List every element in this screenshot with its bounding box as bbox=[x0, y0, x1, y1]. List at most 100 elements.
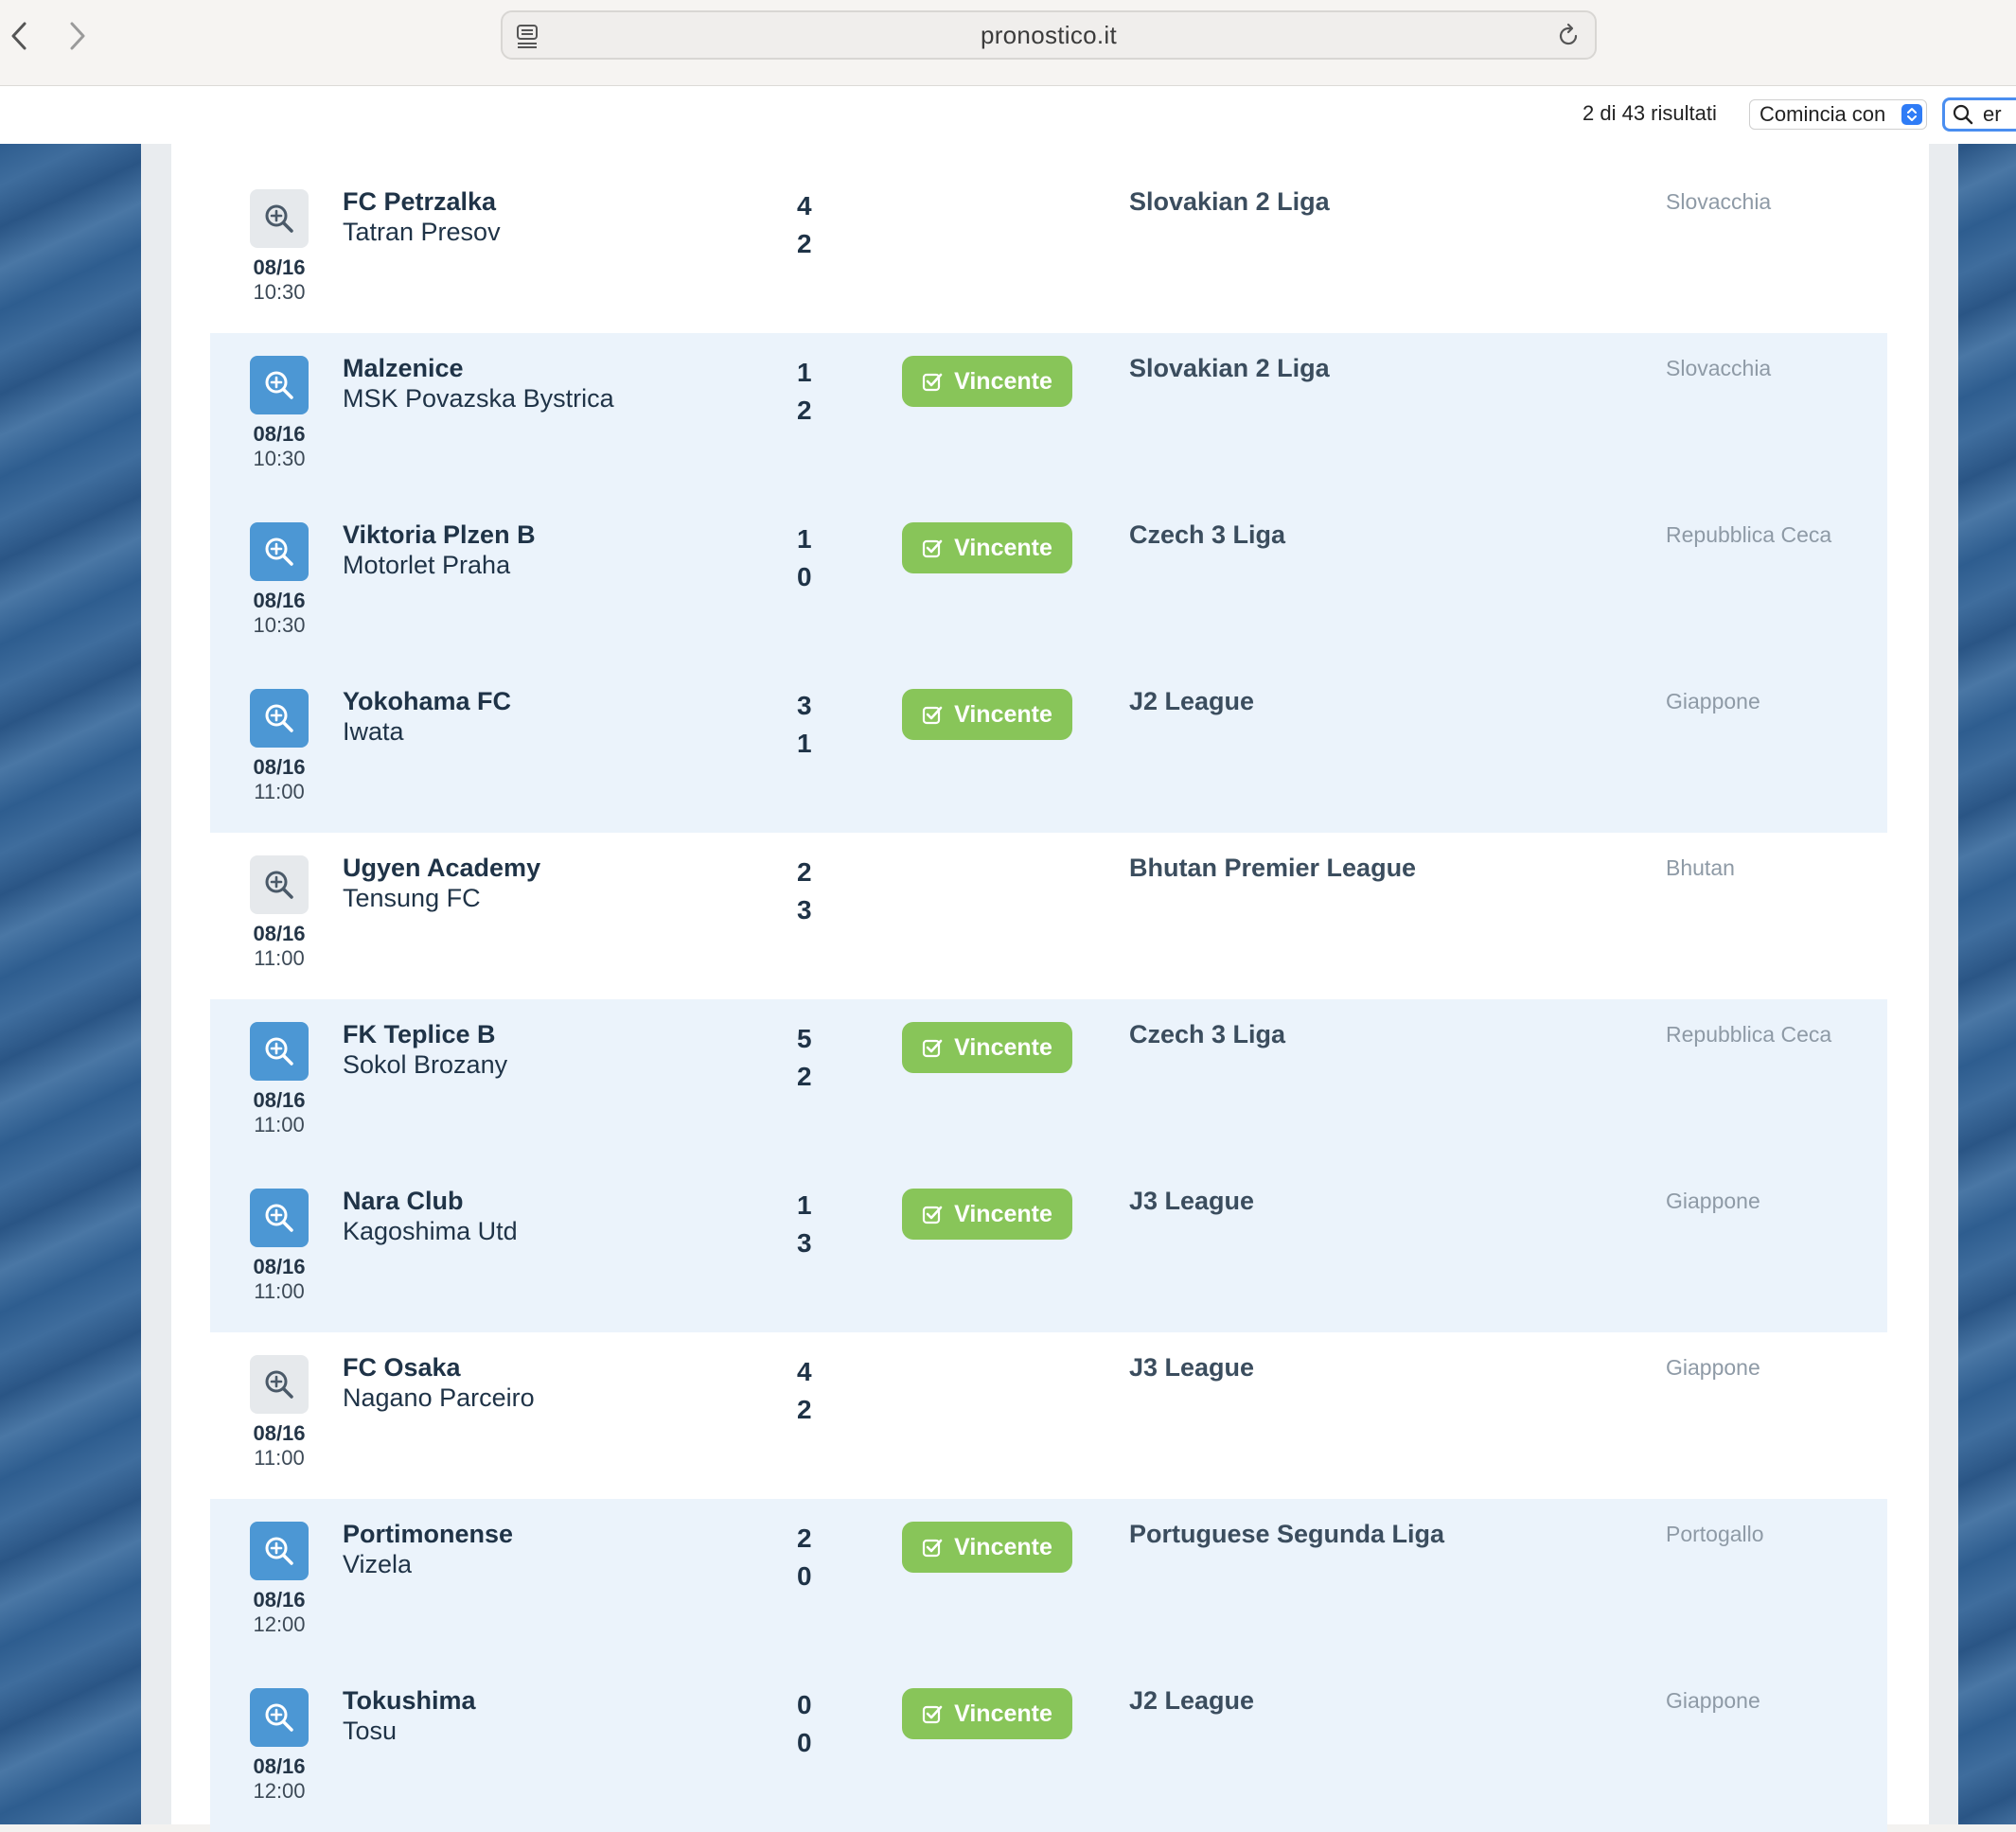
country-name: Bhutan bbox=[1666, 855, 1735, 880]
match-date: 08/16 bbox=[253, 422, 306, 446]
match-row[interactable]: 08/16 10:30 Malzenice MSK Povazska Bystrica… bbox=[210, 333, 1887, 500]
away-team: Tosu bbox=[343, 1717, 398, 1745]
zoom-in-icon bbox=[262, 1534, 296, 1568]
home-score: 4 bbox=[797, 191, 812, 220]
checkbox-icon bbox=[922, 1037, 943, 1058]
match-date: 08/16 bbox=[253, 1088, 306, 1112]
match-date: 08/16 bbox=[253, 1754, 306, 1778]
match-time: 11:00 bbox=[254, 1446, 305, 1470]
home-score: 2 bbox=[797, 1524, 812, 1553]
winner-badge: Vincente bbox=[902, 1189, 1072, 1240]
match-row[interactable]: 08/16 12:00 Tokushima Tosu 0 0 Vincente J2 Leag… bbox=[210, 1665, 1887, 1832]
zoom-in-button[interactable] bbox=[250, 1522, 309, 1580]
league-name: J3 League bbox=[1129, 1187, 1255, 1215]
home-team: FC Osaka bbox=[343, 1353, 461, 1382]
badge-label: Vincente bbox=[954, 534, 1052, 561]
find-mode-select[interactable]: Comincia con bbox=[1749, 99, 1927, 130]
home-team: Yokohama FC bbox=[343, 687, 512, 715]
match-row[interactable]: 08/16 12:00 Portimonense Vizela 2 0 Vincente Po… bbox=[210, 1499, 1887, 1665]
match-row[interactable]: 08/16 11:00 FC Osaka Nagano Parceiro 4 2 J3 Le… bbox=[210, 1332, 1887, 1499]
match-row[interactable]: 08/16 11:00 Nara Club Kagoshima Utd 1 3 Vincen… bbox=[210, 1166, 1887, 1332]
zoom-in-button[interactable] bbox=[250, 1022, 309, 1081]
away-score: 3 bbox=[797, 1228, 812, 1258]
country-name: Repubblica Ceca bbox=[1666, 522, 1832, 547]
match-time: 10:30 bbox=[253, 447, 306, 470]
home-score: 3 bbox=[797, 691, 812, 720]
badge-label: Vincente bbox=[954, 1033, 1052, 1061]
checkbox-icon bbox=[922, 1703, 943, 1724]
zoom-in-button[interactable] bbox=[250, 1688, 309, 1747]
badge-label: Vincente bbox=[954, 1700, 1052, 1727]
zoom-in-icon bbox=[262, 535, 296, 569]
checkbox-icon bbox=[922, 1204, 943, 1224]
winner-badge: Vincente bbox=[902, 356, 1072, 407]
match-time: 11:00 bbox=[254, 946, 305, 970]
league-name: Slovakian 2 Liga bbox=[1129, 187, 1330, 216]
reload-icon[interactable] bbox=[1555, 23, 1582, 49]
find-result-count: 2 di 43 risultati bbox=[1583, 101, 1717, 125]
match-date: 08/16 bbox=[253, 1255, 306, 1278]
match-time: 10:30 bbox=[253, 613, 306, 637]
away-score: 1 bbox=[797, 729, 812, 758]
url-text[interactable]: pronostico.it bbox=[503, 12, 1595, 58]
home-score: 5 bbox=[797, 1024, 812, 1053]
checkbox-icon bbox=[922, 1537, 943, 1558]
match-row[interactable]: 08/16 10:30 FC Petrzalka Tatran Presov 4 2 Slo… bbox=[210, 167, 1887, 333]
zoom-in-button[interactable] bbox=[250, 1355, 309, 1414]
match-row[interactable]: 08/16 11:00 FK Teplice B Sokol Brozany 5 2 Vin… bbox=[210, 999, 1887, 1166]
zoom-in-button[interactable] bbox=[250, 356, 309, 414]
match-date: 08/16 bbox=[253, 255, 306, 279]
home-team: Ugyen Academy bbox=[343, 854, 541, 882]
match-time: 11:00 bbox=[254, 1113, 305, 1136]
select-stepper-icon bbox=[1901, 104, 1922, 125]
winner-badge: Vincente bbox=[902, 522, 1072, 573]
match-time: 12:00 bbox=[253, 1779, 306, 1803]
away-team: Motorlet Praha bbox=[343, 551, 511, 579]
country-name: Portogallo bbox=[1666, 1522, 1764, 1546]
address-bar[interactable]: pronostico.it bbox=[501, 10, 1597, 60]
winner-badge: Vincente bbox=[902, 1022, 1072, 1073]
country-name: Giappone bbox=[1666, 689, 1760, 713]
home-team: FK Teplice B bbox=[343, 1020, 496, 1048]
country-name: Giappone bbox=[1666, 1355, 1760, 1380]
away-team: Iwata bbox=[343, 717, 404, 746]
zoom-in-icon bbox=[262, 1201, 296, 1235]
away-team: Kagoshima Utd bbox=[343, 1217, 518, 1245]
home-score: 1 bbox=[797, 524, 812, 554]
league-name: J3 League bbox=[1129, 1353, 1255, 1382]
checkbox-icon bbox=[922, 537, 943, 558]
home-score: 1 bbox=[797, 358, 812, 387]
league-name: Czech 3 Liga bbox=[1129, 1020, 1286, 1048]
forward-button[interactable] bbox=[59, 17, 97, 55]
league-name: J2 League bbox=[1129, 1686, 1255, 1715]
zoom-in-button[interactable] bbox=[250, 689, 309, 748]
home-score: 0 bbox=[797, 1690, 812, 1719]
find-search-input[interactable]: er bbox=[1942, 97, 2016, 132]
chevron-left-icon bbox=[11, 22, 27, 50]
zoom-in-button[interactable] bbox=[250, 855, 309, 914]
match-time: 11:00 bbox=[254, 1279, 305, 1303]
league-name: Slovakian 2 Liga bbox=[1129, 354, 1330, 382]
away-team: Nagano Parceiro bbox=[343, 1383, 535, 1412]
zoom-in-button[interactable] bbox=[250, 189, 309, 248]
match-row[interactable]: 08/16 11:00 Yokohama FC Iwata 3 1 Vincente J2 L… bbox=[210, 666, 1887, 833]
country-name: Repubblica Ceca bbox=[1666, 1022, 1832, 1047]
away-score: 2 bbox=[797, 1062, 812, 1091]
home-team: Nara Club bbox=[343, 1187, 464, 1215]
country-name: Giappone bbox=[1666, 1688, 1760, 1713]
home-team: Tokushima bbox=[343, 1686, 476, 1715]
league-name: J2 League bbox=[1129, 687, 1255, 715]
match-date: 08/16 bbox=[253, 1421, 306, 1445]
match-row[interactable]: 08/16 10:30 Viktoria Plzen B Motorlet Praha… bbox=[210, 500, 1887, 666]
zoom-in-button[interactable] bbox=[250, 522, 309, 581]
checkbox-icon bbox=[922, 704, 943, 725]
back-button[interactable] bbox=[0, 17, 38, 55]
league-name: Portuguese Segunda Liga bbox=[1129, 1520, 1445, 1548]
away-team: Tatran Presov bbox=[343, 218, 501, 246]
zoom-in-button[interactable] bbox=[250, 1189, 309, 1247]
zoom-in-icon bbox=[262, 202, 296, 236]
away-team: Tensung FC bbox=[343, 884, 481, 912]
away-score: 2 bbox=[797, 396, 812, 425]
match-row[interactable]: 08/16 11:00 Ugyen Academy Tensung FC 2 3 Bhuta… bbox=[210, 833, 1887, 999]
league-name: Bhutan Premier League bbox=[1129, 854, 1417, 882]
